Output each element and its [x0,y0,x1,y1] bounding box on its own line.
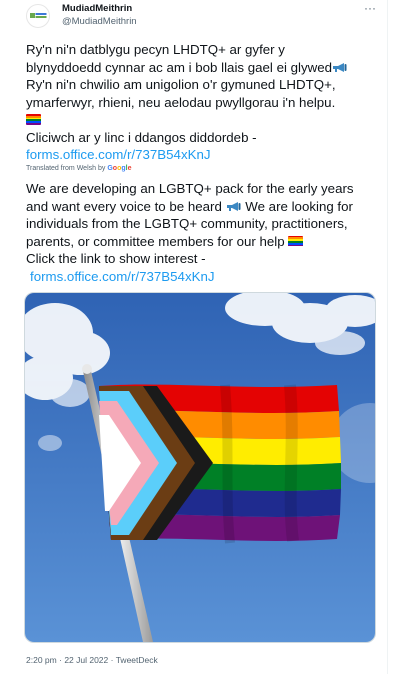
translation-attribution: Translated from Welsh by Google [26,165,131,172]
translated-label: Translated from Welsh by [26,165,106,172]
tweet-media-image[interactable] [24,292,376,643]
tweet-line: We are developing an LGBTQ+ pack for the… [26,181,354,196]
timeline-border [387,0,388,674]
tweet-text-welsh: Ry'n ni'n datblygu pecyn LHDTQ+ ar gyfer… [26,41,382,164]
tweet-source[interactable]: TweetDeck [116,655,158,665]
more-options-icon[interactable]: ··· [364,2,376,14]
tweet-meta: 2:20 pm · 22 Jul 2022 · TweetDeck [26,655,158,665]
tweet-line-text: parents, or committee members for our he… [26,233,285,249]
tweet-header: MudiadMeithrin @MudiadMeithrin ··· [26,2,386,30]
tweet-line: Ry'n ni'n datblygu pecyn LHDTQ+ ar gyfer… [26,42,285,57]
tweet-text-english: We are developing an LGBTQ+ pack for the… [26,180,382,285]
tweet-line: Cliciwch ar y linc i ddangos diddordeb - [26,129,257,145]
tweet-line-text: blynyddoedd cynnar ac am i bob llais gae… [26,59,333,75]
tweet-line-with-emoji: and want every voice to be heard We are … [26,198,382,216]
google-logo: Google [107,165,132,172]
display-name[interactable]: MudiadMeithrin [62,2,137,15]
avatar[interactable] [26,4,50,28]
tweet-line: Click the link to show interest - [26,251,206,266]
tweet-link-welsh[interactable]: forms.office.com/r/737B54xKnJ [26,146,382,164]
tweet-line-with-emoji: parents, or committee members for our he… [26,233,382,251]
tweet-line: individuals from the LGBTQ+ community, p… [26,216,348,231]
emoji-line [26,111,382,129]
meta-separator: · [110,655,114,665]
meta-separator: · [59,655,62,665]
megaphone-icon [333,62,347,72]
user-handle[interactable]: @MudiadMeithrin [62,15,137,28]
tweet-line-text: We are looking for [241,198,353,214]
tweet-line: ymarferwyr, rhieni, neu aelodau pwyllgor… [26,94,336,110]
megaphone-icon [226,201,241,211]
tweet-time[interactable]: 2:20 pm [26,655,57,665]
tweet-line-text: and want every voice to be heard [26,198,222,214]
tweet-line: Ry'n ni'n chwilio am unigolion o'r gymun… [26,77,336,92]
progress-pride-flag-photo [25,293,375,642]
author-names[interactable]: MudiadMeithrin @MudiadMeithrin [62,2,137,28]
rainbow-flag-icon [288,235,304,247]
tweet-link-english[interactable]: forms.office.com/r/737B54xKnJ [26,268,382,286]
tweet-date[interactable]: 22 Jul 2022 [64,655,108,665]
rainbow-flag-icon [26,114,41,125]
tweet-line-with-emoji: blynyddoedd cynnar ac am i bob llais gae… [26,59,382,77]
